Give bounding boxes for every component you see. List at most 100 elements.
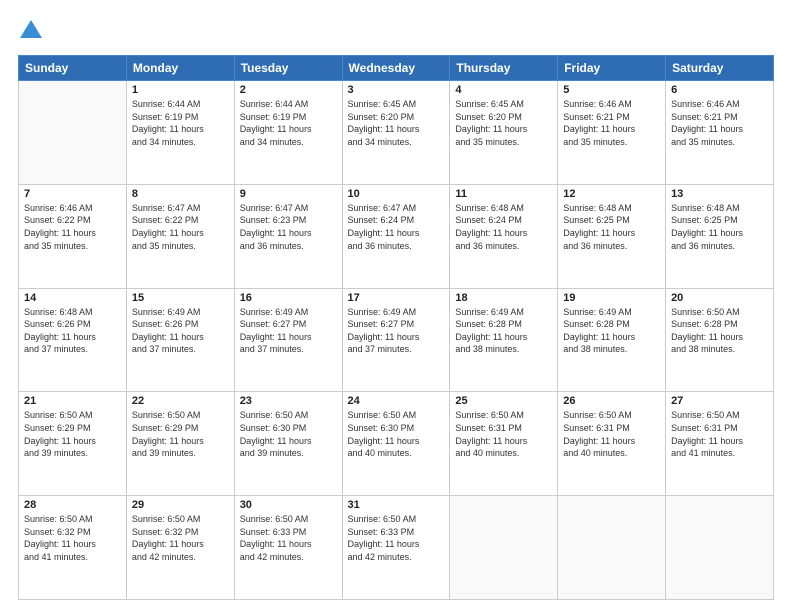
calendar-week-row: 7 Sunrise: 6:46 AM Sunset: 6:22 PM Daylig…	[19, 184, 774, 288]
day-number: 7	[24, 188, 121, 200]
calendar-day-cell: 1 Sunrise: 6:44 AM Sunset: 6:19 PM Daylig…	[126, 81, 234, 185]
day-number: 8	[132, 188, 229, 200]
day-number: 16	[240, 292, 337, 304]
day-info: Sunrise: 6:50 AM Sunset: 6:31 PM Dayligh…	[671, 409, 768, 459]
calendar-day-cell: 22 Sunrise: 6:50 AM Sunset: 6:29 PM Dayli…	[126, 392, 234, 496]
logo	[18, 18, 42, 45]
calendar-header-row: SundayMondayTuesdayWednesdayThursdayFrid…	[19, 56, 774, 81]
calendar-day-cell: 20 Sunrise: 6:50 AM Sunset: 6:28 PM Dayli…	[666, 288, 774, 392]
day-number: 31	[348, 499, 445, 511]
day-number: 9	[240, 188, 337, 200]
calendar-day-header: Friday	[558, 56, 666, 81]
calendar-day-cell: 27 Sunrise: 6:50 AM Sunset: 6:31 PM Dayli…	[666, 392, 774, 496]
calendar-week-row: 1 Sunrise: 6:44 AM Sunset: 6:19 PM Daylig…	[19, 81, 774, 185]
day-info: Sunrise: 6:50 AM Sunset: 6:33 PM Dayligh…	[348, 513, 445, 563]
logo-triangle-icon	[20, 18, 42, 45]
calendar-day-cell	[19, 81, 127, 185]
day-number: 13	[671, 188, 768, 200]
day-info: Sunrise: 6:50 AM Sunset: 6:31 PM Dayligh…	[455, 409, 552, 459]
calendar-day-cell: 29 Sunrise: 6:50 AM Sunset: 6:32 PM Dayli…	[126, 496, 234, 600]
calendar-day-header: Sunday	[19, 56, 127, 81]
day-info: Sunrise: 6:50 AM Sunset: 6:28 PM Dayligh…	[671, 306, 768, 356]
day-info: Sunrise: 6:46 AM Sunset: 6:22 PM Dayligh…	[24, 202, 121, 252]
page: SundayMondayTuesdayWednesdayThursdayFrid…	[0, 0, 792, 612]
day-info: Sunrise: 6:50 AM Sunset: 6:33 PM Dayligh…	[240, 513, 337, 563]
day-number: 23	[240, 395, 337, 407]
day-info: Sunrise: 6:49 AM Sunset: 6:26 PM Dayligh…	[132, 306, 229, 356]
day-info: Sunrise: 6:46 AM Sunset: 6:21 PM Dayligh…	[563, 98, 660, 148]
day-number: 3	[348, 84, 445, 96]
day-number: 2	[240, 84, 337, 96]
calendar-day-cell: 26 Sunrise: 6:50 AM Sunset: 6:31 PM Dayli…	[558, 392, 666, 496]
day-number: 22	[132, 395, 229, 407]
day-info: Sunrise: 6:45 AM Sunset: 6:20 PM Dayligh…	[455, 98, 552, 148]
day-info: Sunrise: 6:48 AM Sunset: 6:25 PM Dayligh…	[671, 202, 768, 252]
day-info: Sunrise: 6:49 AM Sunset: 6:28 PM Dayligh…	[563, 306, 660, 356]
calendar-day-cell: 30Sunrise: 6:50 AM Sunset: 6:33 PM Dayli…	[234, 496, 342, 600]
day-info: Sunrise: 6:50 AM Sunset: 6:30 PM Dayligh…	[348, 409, 445, 459]
calendar-day-header: Monday	[126, 56, 234, 81]
day-info: Sunrise: 6:48 AM Sunset: 6:24 PM Dayligh…	[455, 202, 552, 252]
calendar-day-cell: 4 Sunrise: 6:45 AM Sunset: 6:20 PM Daylig…	[450, 81, 558, 185]
calendar-day-cell	[450, 496, 558, 600]
calendar-day-cell: 15Sunrise: 6:49 AM Sunset: 6:26 PM Dayli…	[126, 288, 234, 392]
day-number: 19	[563, 292, 660, 304]
day-number: 11	[455, 188, 552, 200]
calendar-day-cell: 2 Sunrise: 6:44 AM Sunset: 6:19 PM Daylig…	[234, 81, 342, 185]
day-info: Sunrise: 6:46 AM Sunset: 6:21 PM Dayligh…	[671, 98, 768, 148]
day-info: Sunrise: 6:48 AM Sunset: 6:25 PM Dayligh…	[563, 202, 660, 252]
day-number: 5	[563, 84, 660, 96]
calendar-day-cell: 25 Sunrise: 6:50 AM Sunset: 6:31 PM Dayli…	[450, 392, 558, 496]
day-number: 27	[671, 395, 768, 407]
day-number: 10	[348, 188, 445, 200]
calendar-day-cell: 28 Sunrise: 6:50 AM Sunset: 6:32 PM Dayli…	[19, 496, 127, 600]
day-info: Sunrise: 6:50 AM Sunset: 6:32 PM Dayligh…	[132, 513, 229, 563]
calendar-day-cell	[666, 496, 774, 600]
day-number: 1	[132, 84, 229, 96]
calendar-day-header: Wednesday	[342, 56, 450, 81]
day-info: Sunrise: 6:48 AM Sunset: 6:26 PM Dayligh…	[24, 306, 121, 356]
calendar-day-cell: 17Sunrise: 6:49 AM Sunset: 6:27 PM Dayli…	[342, 288, 450, 392]
day-number: 29	[132, 499, 229, 511]
day-number: 20	[671, 292, 768, 304]
calendar-day-cell: 3Sunrise: 6:45 AM Sunset: 6:20 PM Daylig…	[342, 81, 450, 185]
calendar-table: SundayMondayTuesdayWednesdayThursdayFrid…	[18, 55, 774, 600]
day-info: Sunrise: 6:49 AM Sunset: 6:28 PM Dayligh…	[455, 306, 552, 356]
calendar-day-cell: 7 Sunrise: 6:46 AM Sunset: 6:22 PM Daylig…	[19, 184, 127, 288]
day-info: Sunrise: 6:47 AM Sunset: 6:23 PM Dayligh…	[240, 202, 337, 252]
day-number: 26	[563, 395, 660, 407]
day-info: Sunrise: 6:50 AM Sunset: 6:32 PM Dayligh…	[24, 513, 121, 563]
day-number: 6	[671, 84, 768, 96]
day-number: 4	[455, 84, 552, 96]
day-number: 28	[24, 499, 121, 511]
calendar-day-cell	[558, 496, 666, 600]
calendar-day-cell: 9 Sunrise: 6:47 AM Sunset: 6:23 PM Daylig…	[234, 184, 342, 288]
day-info: Sunrise: 6:47 AM Sunset: 6:22 PM Dayligh…	[132, 202, 229, 252]
calendar-day-header: Tuesday	[234, 56, 342, 81]
day-number: 25	[455, 395, 552, 407]
day-info: Sunrise: 6:50 AM Sunset: 6:31 PM Dayligh…	[563, 409, 660, 459]
calendar-day-cell: 10 Sunrise: 6:47 AM Sunset: 6:24 PM Dayli…	[342, 184, 450, 288]
calendar-day-cell: 16 Sunrise: 6:49 AM Sunset: 6:27 PM Dayli…	[234, 288, 342, 392]
calendar-day-cell: 13 Sunrise: 6:48 AM Sunset: 6:25 PM Dayli…	[666, 184, 774, 288]
calendar-day-cell: 5 Sunrise: 6:46 AM Sunset: 6:21 PM Daylig…	[558, 81, 666, 185]
day-info: Sunrise: 6:44 AM Sunset: 6:19 PM Dayligh…	[132, 98, 229, 148]
header	[18, 18, 774, 45]
day-number: 14	[24, 292, 121, 304]
day-info: Sunrise: 6:50 AM Sunset: 6:29 PM Dayligh…	[24, 409, 121, 459]
calendar-day-cell: 8 Sunrise: 6:47 AM Sunset: 6:22 PM Daylig…	[126, 184, 234, 288]
day-info: Sunrise: 6:50 AM Sunset: 6:29 PM Dayligh…	[132, 409, 229, 459]
day-info: Sunrise: 6:44 AM Sunset: 6:19 PM Dayligh…	[240, 98, 337, 148]
calendar-day-cell: 23Sunrise: 6:50 AM Sunset: 6:30 PM Dayli…	[234, 392, 342, 496]
day-info: Sunrise: 6:49 AM Sunset: 6:27 PM Dayligh…	[348, 306, 445, 356]
day-number: 12	[563, 188, 660, 200]
calendar-week-row: 28 Sunrise: 6:50 AM Sunset: 6:32 PM Dayli…	[19, 496, 774, 600]
calendar-day-cell: 11 Sunrise: 6:48 AM Sunset: 6:24 PM Dayli…	[450, 184, 558, 288]
day-number: 24	[348, 395, 445, 407]
calendar-day-cell: 24 Sunrise: 6:50 AM Sunset: 6:30 PM Dayli…	[342, 392, 450, 496]
calendar-day-cell: 21Sunrise: 6:50 AM Sunset: 6:29 PM Dayli…	[19, 392, 127, 496]
day-info: Sunrise: 6:49 AM Sunset: 6:27 PM Dayligh…	[240, 306, 337, 356]
day-number: 18	[455, 292, 552, 304]
calendar-day-cell: 6 Sunrise: 6:46 AM Sunset: 6:21 PM Daylig…	[666, 81, 774, 185]
day-info: Sunrise: 6:47 AM Sunset: 6:24 PM Dayligh…	[348, 202, 445, 252]
